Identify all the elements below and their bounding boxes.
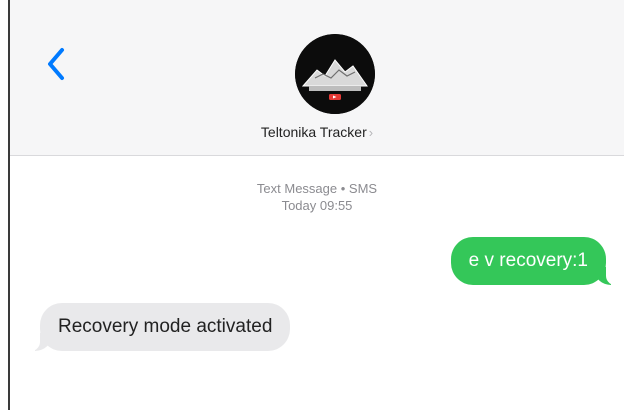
chevron-right-icon: ›: [368, 125, 374, 140]
message-timestamp: Today 09:55: [281, 198, 353, 213]
outgoing-message-bubble[interactable]: e v recovery:1: [450, 237, 619, 286]
mountain-logo-icon: [295, 34, 375, 114]
message-text: e v recovery:1: [468, 250, 588, 271]
thread-meta: Text Message • SMS Today 09:55: [10, 180, 624, 214]
contact-name-link[interactable]: Teltonika Tracker ›: [10, 124, 624, 140]
conversation-header: Teltonika Tracker ›: [10, 0, 624, 156]
incoming-message-bubble[interactable]: Recovery mode activated: [27, 303, 291, 352]
chevron-left-icon: [48, 48, 64, 80]
message-text: Recovery mode activated: [58, 316, 273, 337]
back-button[interactable]: [42, 44, 72, 84]
contact-avatar[interactable]: [295, 34, 375, 114]
contact-name: Teltonika Tracker: [260, 124, 367, 140]
service-label: Text Message • SMS: [256, 181, 378, 196]
